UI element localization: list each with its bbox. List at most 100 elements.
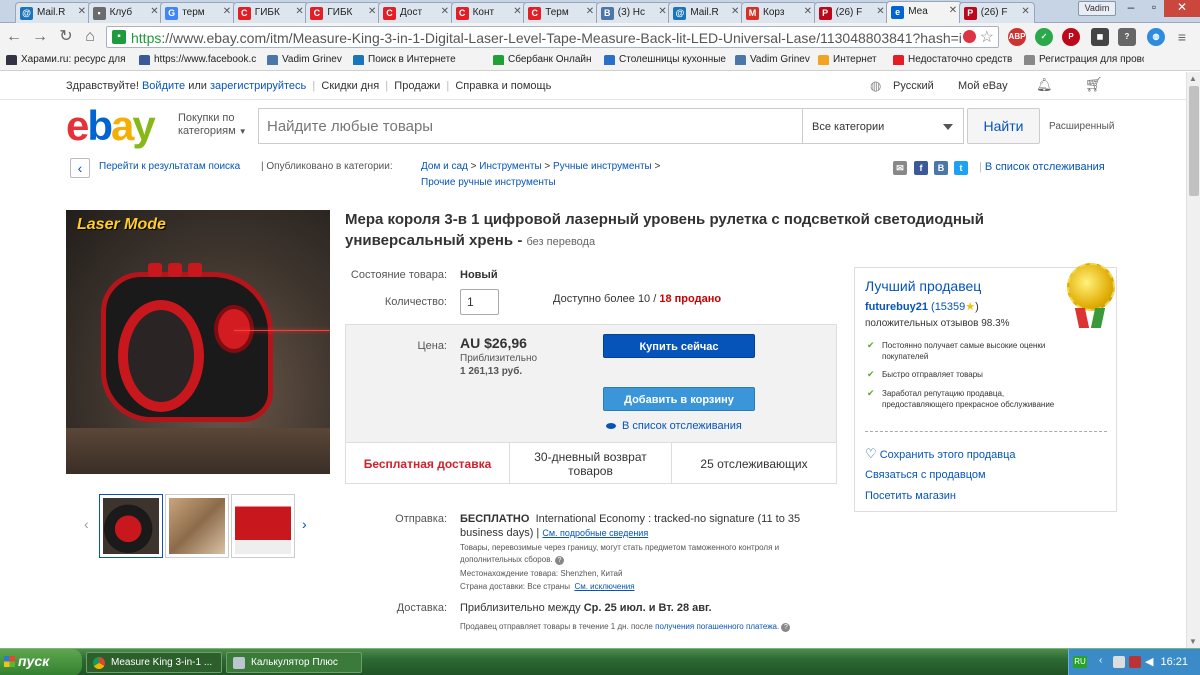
browser-user-badge[interactable]: Vadim — [1078, 1, 1116, 16]
scroll-up-icon[interactable]: ▲ — [1189, 74, 1197, 83]
bookmark-item[interactable]: Недостаточно средств — [893, 54, 1018, 65]
close-tab-icon[interactable]: ✕ — [876, 6, 884, 17]
pinterest-icon[interactable]: P — [1062, 28, 1080, 46]
menu-icon[interactable]: ≡ — [1172, 27, 1192, 47]
close-tab-icon[interactable]: ✕ — [1021, 6, 1029, 17]
quantity-input[interactable]: 1 — [460, 289, 499, 315]
close-tab-icon[interactable]: ✕ — [223, 6, 231, 17]
deals-link[interactable]: Скидки дня — [321, 80, 379, 92]
browser-tab[interactable]: @ Mail.R ✕ — [15, 2, 91, 23]
clock[interactable]: 16:21 — [1160, 656, 1188, 668]
extension-gray-icon[interactable]: ? — [1118, 28, 1136, 46]
close-tab-icon[interactable]: ✕ — [949, 5, 957, 16]
exclusions-link[interactable]: См. исключения — [574, 582, 634, 591]
bookmark-item[interactable]: Харами.ru: ресурс для — [6, 54, 134, 65]
thumbnail-2[interactable] — [165, 494, 229, 558]
register-link[interactable]: зарегистрируйтесь — [210, 80, 306, 92]
thumb-next-icon[interactable]: › — [302, 516, 307, 532]
help-icon[interactable]: ? — [781, 623, 791, 632]
bookmark-item[interactable]: Поиск в Интернете — [353, 54, 463, 65]
feedback-score[interactable]: (15359 — [931, 301, 965, 313]
breadcrumb-other-hand-tools[interactable]: Прочие ручные инструменты — [421, 177, 556, 188]
facebook-icon[interactable]: f — [914, 161, 928, 175]
browser-tab[interactable]: C Дост ✕ — [378, 2, 454, 23]
browser-tab[interactable]: P (26) F ✕ — [813, 2, 890, 23]
email-icon[interactable]: ✉ — [893, 161, 907, 175]
close-tab-icon[interactable]: ✕ — [586, 6, 594, 17]
page-scrollbar[interactable]: ▲ ▼ — [1186, 72, 1200, 648]
close-tab-icon[interactable]: ✕ — [513, 6, 521, 17]
globe-icon[interactable]: ◍ — [1147, 28, 1165, 46]
vk-icon[interactable]: B — [934, 161, 948, 175]
close-window-icon[interactable]: ✕ — [1164, 0, 1200, 17]
language-indicator[interactable]: RU — [1073, 656, 1087, 668]
main-product-image[interactable]: Laser Mode — [66, 210, 330, 474]
browser-tab[interactable]: B (3) Нс ✕ — [595, 2, 672, 23]
volume-icon[interactable]: ◀ — [1145, 655, 1153, 668]
close-tab-icon[interactable]: ✕ — [78, 6, 86, 17]
twitter-icon[interactable]: t — [954, 161, 968, 175]
browser-tab[interactable]: C Терм ✕ — [523, 2, 600, 23]
browser-tab[interactable]: M Корз ✕ — [741, 2, 817, 23]
extension-dark-icon[interactable]: ◼ — [1091, 28, 1109, 46]
bookmark-item[interactable]: Сбербанк Онлайн — [493, 54, 598, 65]
bookmark-item[interactable]: Vadim Grinev — [735, 54, 813, 65]
bookmark-item[interactable]: Интернет — [818, 54, 888, 65]
breadcrumb-hand-tools[interactable]: Ручные инструменты — [553, 161, 652, 172]
cart-icon[interactable]: 🛒︎ — [1085, 76, 1103, 93]
browser-tab[interactable]: e Меа ✕ — [886, 1, 963, 24]
seller-name-link[interactable]: futurebuy21 — [865, 301, 928, 313]
back-to-results-icon[interactable]: ‹ — [70, 158, 90, 178]
reload-icon[interactable]: ↻ — [56, 27, 76, 47]
payment-link[interactable]: получения погашенного платежа — [655, 622, 777, 631]
advanced-search-link[interactable]: Расширенный — [1049, 121, 1114, 132]
tray-arrow-icon[interactable]: ‹ — [1099, 655, 1102, 666]
taskbar-item-calculator[interactable]: Калькулятор Плюс — [226, 652, 362, 673]
browser-tab[interactable]: ▪ Клуб ✕ — [87, 2, 164, 23]
close-tab-icon[interactable]: ✕ — [150, 6, 158, 17]
visit-store-link[interactable]: Посетить магазин — [865, 490, 956, 502]
browser-tab[interactable]: @ Mail.R ✕ — [668, 2, 745, 23]
adblock-icon[interactable]: ABP — [1008, 28, 1026, 46]
buy-now-button[interactable]: Купить сейчас — [603, 334, 755, 358]
url-text[interactable]: https://www.ebay.com/itm/Measure-King-3-… — [131, 30, 961, 46]
ebay-logo[interactable]: ebay — [66, 104, 156, 148]
help-link[interactable]: Справка и помощь — [455, 80, 551, 92]
scroll-down-icon[interactable]: ▼ — [1189, 637, 1197, 646]
maximize-icon[interactable]: ▫ — [1143, 0, 1165, 17]
bookmark-item[interactable]: Регистрация для прово — [1024, 54, 1144, 65]
extension-green-icon[interactable]: ✓ — [1035, 28, 1053, 46]
taskbar-item-chrome[interactable]: Measure King 3-in-1 ... — [86, 652, 222, 673]
browser-tab[interactable]: C Конт ✕ — [450, 2, 527, 23]
scroll-thumb[interactable] — [1189, 86, 1199, 196]
close-tab-icon[interactable]: ✕ — [441, 6, 449, 17]
thumbnail-3[interactable] — [231, 494, 295, 558]
language-selector[interactable]: Русский — [893, 80, 934, 92]
bookmark-star-icon[interactable]: ☆ — [980, 27, 994, 47]
category-select[interactable]: Все категории — [802, 108, 964, 144]
minimize-icon[interactable]: – — [1120, 0, 1142, 17]
browser-tab[interactable]: Gтерм ✕ — [160, 2, 237, 23]
signin-link[interactable]: Войдите — [142, 80, 185, 92]
home-icon[interactable]: ⌂ — [80, 27, 100, 47]
shipping-details-link[interactable]: См. подробные сведения — [542, 528, 648, 538]
back-to-results-link[interactable]: Перейти к результатам поиска — [99, 161, 240, 172]
bookmark-item[interactable]: Vadim Grinev — [267, 54, 349, 65]
notification-bell-icon[interactable]: 🔔︎ — [1036, 77, 1053, 93]
help-icon[interactable]: ? — [554, 556, 564, 565]
close-tab-icon[interactable]: ✕ — [658, 6, 666, 17]
sell-link[interactable]: Продажи — [394, 80, 440, 92]
breadcrumb-tools[interactable]: Инструменты — [479, 161, 541, 172]
thumbnail-1[interactable] — [99, 494, 163, 558]
close-tab-icon[interactable]: ✕ — [804, 6, 812, 17]
thumb-prev-icon[interactable]: ‹ — [84, 516, 89, 532]
search-input[interactable]: Найдите любые товары — [258, 108, 803, 144]
address-bar[interactable]: ▪ https://www.ebay.com/itm/Measure-King-… — [106, 26, 999, 48]
bookmark-item[interactable]: https://www.facebook.c — [139, 54, 263, 65]
network-icon[interactable] — [1113, 656, 1125, 668]
back-icon[interactable]: ← — [4, 27, 24, 47]
search-button[interactable]: Найти — [967, 108, 1040, 144]
breadcrumb-home-garden[interactable]: Дом и сад — [421, 161, 468, 172]
forward-icon[interactable]: → — [30, 27, 50, 47]
watchlist-top-link[interactable]: В список отслеживания — [985, 161, 1105, 173]
